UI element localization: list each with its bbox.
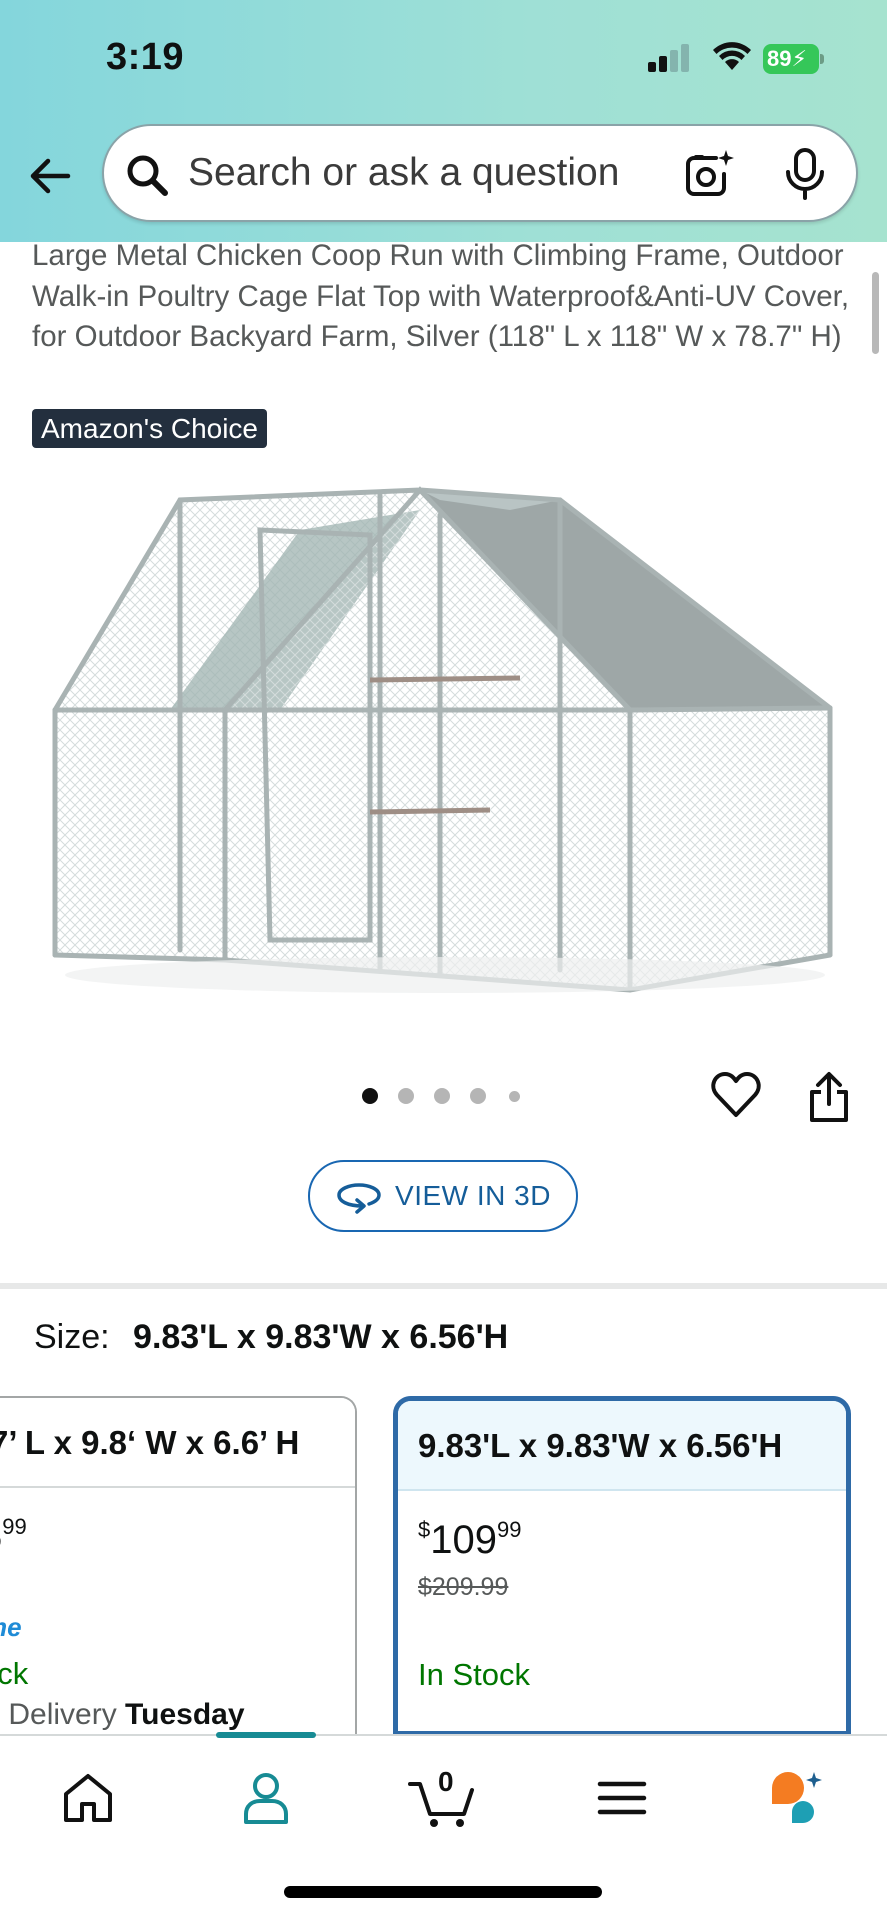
carousel-dot[interactable] [362,1088,378,1104]
size-option-card-selected[interactable]: 9.83'L x 9.83'W x 6.56'H $10999 $209.99 … [393,1396,851,1736]
view-in-3d-button[interactable]: VIEW IN 3D [308,1160,578,1232]
option-price: $10999 [418,1517,522,1562]
rotate-3d-icon [337,1183,381,1214]
stock-status: In Stock [418,1657,530,1692]
home-indicator[interactable] [284,1886,602,1898]
search-icon [127,155,168,196]
search-input[interactable] [188,126,658,220]
carousel-dot[interactable] [470,1088,486,1104]
product-image[interactable] [40,470,850,1010]
wifi-icon [713,42,751,70]
size-selector-header: Size: 9.83'L x 9.83'W x 6.56'H [34,1318,508,1357]
share-icon[interactable] [804,1070,854,1124]
person-icon[interactable] [234,1766,298,1830]
cart-count: 0 [438,1766,454,1797]
camera-sparkle-icon[interactable] [680,146,736,202]
carousel-dot[interactable] [398,1088,414,1104]
option-price: 599 [0,1514,27,1559]
delivery-info: E Delivery Tuesday [0,1698,245,1731]
cart-button[interactable]: 0 [408,1766,478,1830]
scrollbar [872,272,879,354]
hamburger-menu-icon[interactable] [590,1766,654,1830]
heart-icon[interactable] [710,1070,762,1120]
size-selected-value: 9.83'L x 9.83'W x 6.56'H [133,1318,509,1356]
image-carousel-dots[interactable] [360,1086,530,1106]
size-option-name: 7’ L x 9.8‘ W x 6.6’ H [0,1398,355,1488]
view-in-3d-label: VIEW IN 3D [395,1180,551,1211]
list-price: $209.99 [418,1573,509,1601]
rufus-assistant-icon[interactable] [766,1766,830,1830]
amazons-choice-badge[interactable]: Amazon's Choice [32,409,267,448]
arrow-left-icon[interactable] [24,150,76,202]
carousel-dot[interactable] [509,1091,520,1102]
status-time: 3:19 [106,36,185,78]
section-divider [0,1283,887,1289]
stock-status: ock [0,1656,29,1691]
battery-icon: 89⚡ [763,44,825,74]
header: 3:19 89⚡ [0,0,887,242]
product-title[interactable]: Large Metal Chicken Coop Run with Climbi… [32,236,852,358]
prime-badge: me [0,1612,22,1642]
search-bar[interactable] [102,124,858,222]
cellular-signal-icon [648,44,692,72]
size-option-card[interactable]: 7’ L x 9.8‘ W x 6.6’ H 599 me ock E Deli… [0,1396,357,1736]
active-tab-indicator [216,1732,316,1738]
size-label: Size: [34,1318,110,1356]
carousel-dot[interactable] [434,1088,450,1104]
home-icon[interactable] [56,1766,120,1830]
size-option-name: 9.83'L x 9.83'W x 6.56'H [398,1401,846,1491]
battery-level: 89 [767,46,792,71]
microphone-icon[interactable] [780,146,830,202]
